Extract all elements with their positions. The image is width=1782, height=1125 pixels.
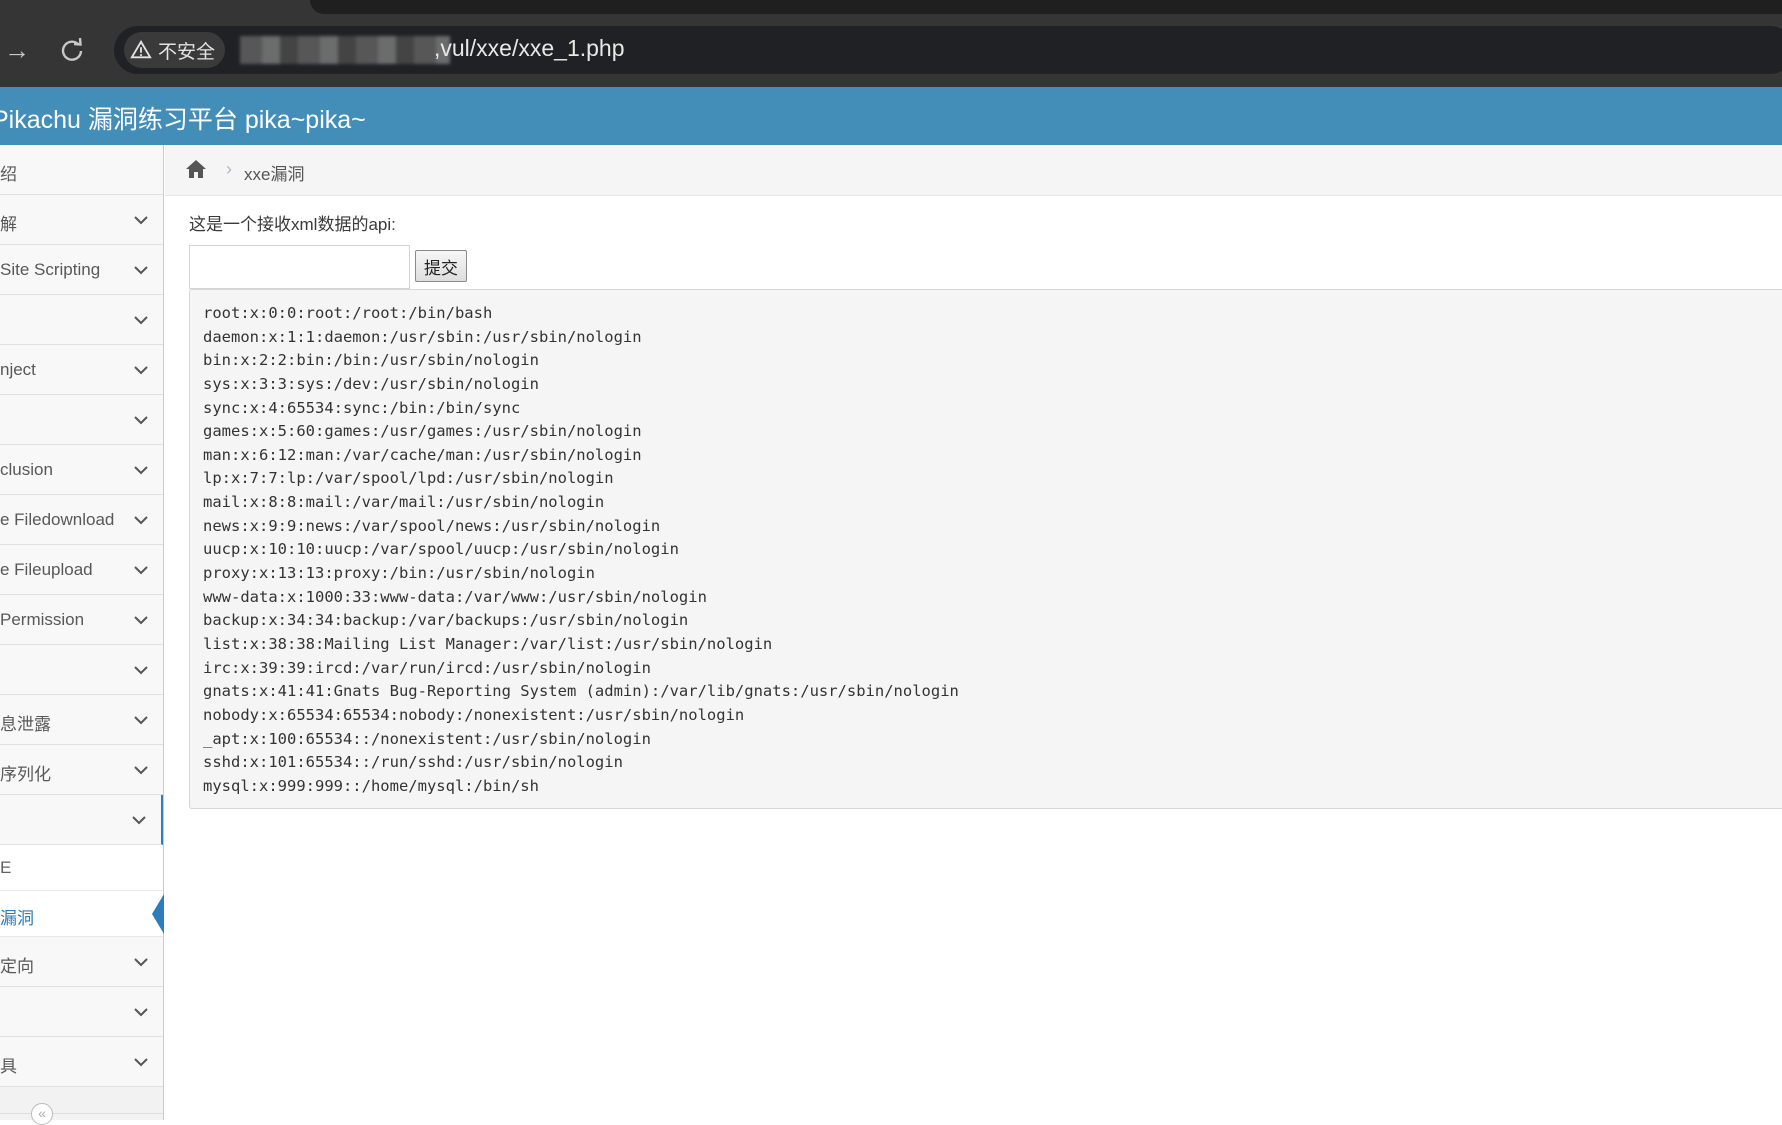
breadcrumb-separator: › xyxy=(226,159,232,179)
output-line: backup:x:34:34:backup:/var/backups:/usr/… xyxy=(203,611,689,630)
sidebar-item[interactable] xyxy=(0,395,163,445)
sidebar-subitem[interactable]: E xyxy=(0,845,163,891)
url-text[interactable]: ,vul/xxe/xxe_1.php xyxy=(434,35,625,62)
output-line: _apt:x:100:65534::/nonexistent:/usr/sbin… xyxy=(203,729,651,748)
sidebar-item[interactable] xyxy=(0,295,163,345)
sidebar-subitem[interactable]: 漏洞 xyxy=(0,891,164,937)
output-line: irc:x:39:39:ircd:/var/run/ircd:/usr/sbin… xyxy=(203,658,651,677)
chevron-down-icon xyxy=(133,954,149,970)
chevron-down-icon xyxy=(133,212,149,228)
redacted-host xyxy=(240,36,450,64)
output-line: uucp:x:10:10:uucp:/var/spool/uucp:/usr/s… xyxy=(203,540,679,559)
chevron-down-icon xyxy=(131,812,147,828)
chevron-down-icon xyxy=(133,312,149,328)
api-description: 这是一个接收xml数据的api: xyxy=(189,215,396,234)
output-panel: root:x:0:0:root:/root:/bin/bash daemon:x:… xyxy=(189,289,1782,809)
output-line: games:x:5:60:games:/usr/games:/usr/sbin/… xyxy=(203,422,642,441)
output-line: mail:x:8:8:mail:/var/mail:/usr/sbin/nolo… xyxy=(203,493,605,512)
chevron-down-icon xyxy=(133,562,149,578)
output-line: bin:x:2:2:bin:/bin:/usr/sbin/nologin xyxy=(203,351,539,370)
output-line: www-data:x:1000:33:www-data:/var/www:/us… xyxy=(203,587,707,606)
sidebar-item-label: 息泄露 xyxy=(0,715,51,734)
chevron-down-icon xyxy=(133,412,149,428)
browser-toolbar: → 不安全 ,vul/xxe/xxe_1.php xyxy=(0,0,1782,87)
sidebar-item-label: 定向 xyxy=(0,957,34,976)
submit-button[interactable]: 提交 xyxy=(415,250,467,282)
sidebar-item[interactable]: Permission xyxy=(0,595,163,645)
chevron-down-icon xyxy=(133,612,149,628)
breadcrumb-current: xxe漏洞 xyxy=(244,165,305,184)
sidebar-item[interactable]: 具 xyxy=(0,1037,163,1087)
sidebar-item[interactable]: 解 xyxy=(0,195,163,245)
breadcrumb: › xxe漏洞 xyxy=(165,145,1782,196)
sidebar-item[interactable]: 息泄露 xyxy=(0,695,163,745)
sidebar-item[interactable] xyxy=(0,795,163,845)
sidebar-item-label: 序列化 xyxy=(0,765,51,784)
sidebar-item-label: clusion xyxy=(0,460,53,479)
chevron-down-icon xyxy=(133,762,149,778)
output-line: proxy:x:13:13:proxy:/bin:/usr/sbin/nolog… xyxy=(203,564,595,583)
chevron-down-icon xyxy=(133,362,149,378)
sidebar: « 绍解 Site Scripting nject clusion e Filedown… xyxy=(0,145,164,1125)
chevron-down-icon xyxy=(133,1054,149,1070)
output-line: list:x:38:38:Mailing List Manager:/var/l… xyxy=(203,634,773,653)
sidebar-collapse-icon[interactable]: « xyxy=(31,1103,53,1125)
tab-strip xyxy=(310,0,1782,14)
address-bar[interactable]: 不安全 ,vul/xxe/xxe_1.php xyxy=(114,26,1782,74)
sidebar-item[interactable]: e Fileupload xyxy=(0,545,163,595)
sidebar-item[interactable]: nject xyxy=(0,345,163,395)
sidebar-item[interactable]: 绍 xyxy=(0,145,163,195)
output-line: lp:x:7:7:lp:/var/spool/lpd:/usr/sbin/nol… xyxy=(203,469,614,488)
chevron-down-icon xyxy=(133,662,149,678)
sidebar-subitem-label: E xyxy=(0,858,12,877)
security-label: 不安全 xyxy=(158,41,216,63)
output-line: news:x:9:9:news:/var/spool/news:/usr/sbi… xyxy=(203,516,661,535)
security-chip[interactable]: 不安全 xyxy=(124,32,226,68)
output-line: daemon:x:1:1:daemon:/usr/sbin:/usr/sbin/… xyxy=(203,327,642,346)
sidebar-item[interactable] xyxy=(0,645,163,695)
sidebar-item-label: e Fileupload xyxy=(0,560,93,579)
app-header: Pikachu 漏洞练习平台 pika~pika~ xyxy=(0,87,1782,145)
chevron-down-icon xyxy=(133,262,149,278)
sidebar-item[interactable]: e Filedownload xyxy=(0,495,163,545)
reload-icon[interactable] xyxy=(55,33,89,67)
sidebar-item-label: 解 xyxy=(0,215,17,234)
output-line: gnats:x:41:41:Gnats Bug-Reporting System… xyxy=(203,682,959,701)
output-line: man:x:6:12:man:/var/cache/man:/usr/sbin/… xyxy=(203,445,642,464)
app-title[interactable]: Pikachu 漏洞练习平台 pika~pika~ xyxy=(0,100,366,136)
sidebar-item-label: Permission xyxy=(0,610,85,629)
output-line: root:x:0:0:root:/root:/bin/bash xyxy=(203,304,493,322)
xml-input[interactable] xyxy=(189,245,410,289)
sidebar-item-label: 具 xyxy=(0,1057,17,1076)
output-line: sshd:x:101:65534::/run/sshd:/usr/sbin/no… xyxy=(203,753,623,772)
chevron-down-icon xyxy=(133,512,149,528)
output-line: sys:x:3:3:sys:/dev:/usr/sbin/nologin xyxy=(203,374,539,393)
collapse-divider xyxy=(0,1113,163,1114)
sidebar-item[interactable] xyxy=(0,987,163,1037)
sidebar-item-label: nject xyxy=(0,360,36,379)
sidebar-item[interactable]: 序列化 xyxy=(0,745,163,795)
output-line: nobody:x:65534:65534:nobody:/nonexistent… xyxy=(203,705,745,724)
sidebar-item-label: e Filedownload xyxy=(0,510,115,529)
chevron-down-icon xyxy=(133,462,149,478)
sidebar-item-label: Site Scripting xyxy=(0,260,101,279)
warning-icon xyxy=(130,39,152,59)
sidebar-item-label: 绍 xyxy=(0,165,17,184)
chevron-down-icon xyxy=(133,1004,149,1020)
sidebar-item[interactable]: clusion xyxy=(0,445,163,495)
forward-icon[interactable]: → xyxy=(0,33,34,67)
output-line: mysql:x:999:999::/home/mysql:/bin/sh xyxy=(203,776,539,795)
chevron-down-icon xyxy=(133,712,149,728)
sidebar-item[interactable]: 定向 xyxy=(0,937,163,987)
sidebar-item[interactable]: Site Scripting xyxy=(0,245,163,295)
output-line: sync:x:4:65534:sync:/bin:/bin/sync xyxy=(203,398,521,417)
sidebar-subitem-label: 漏洞 xyxy=(0,909,34,928)
home-icon[interactable] xyxy=(185,159,207,179)
